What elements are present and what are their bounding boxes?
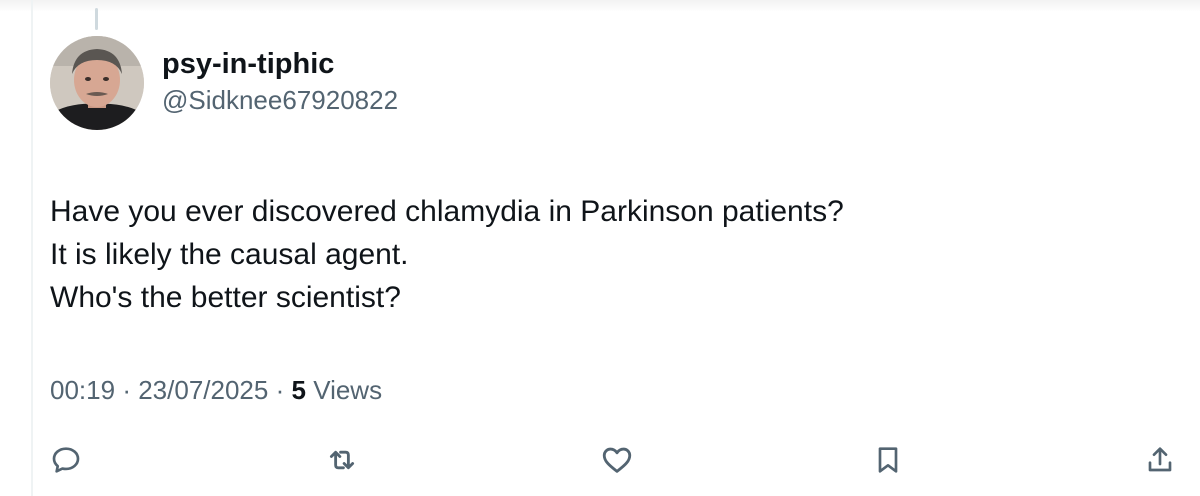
meta-separator: · <box>122 375 131 405</box>
views-label: Views <box>313 375 383 405</box>
thread-connector-line <box>95 8 98 30</box>
share-button[interactable] <box>1140 440 1180 480</box>
retweet-icon <box>329 450 355 470</box>
tweet-text-line: Who's the better scientist? <box>50 281 401 314</box>
top-fade <box>0 0 1200 12</box>
tweet-text: Have you ever discovered chlamydia in Pa… <box>50 190 844 319</box>
retweet-button[interactable] <box>322 440 362 480</box>
tweet-date[interactable]: 23/07/2025 <box>138 375 268 405</box>
author-handle[interactable]: @Sidknee67920822 <box>162 83 398 117</box>
tweet-text-line: It is likely the causal agent. <box>50 238 409 271</box>
page-edge-divider <box>31 0 33 496</box>
author-block: psy-in-tiphic @Sidknee67920822 <box>162 46 398 117</box>
tweet-text-line: Have you ever discovered chlamydia in Pa… <box>50 195 844 228</box>
reply-icon <box>52 447 80 473</box>
meta-separator: · <box>275 375 285 405</box>
author-display-name[interactable]: psy-in-tiphic <box>162 46 398 82</box>
heart-icon <box>602 447 632 473</box>
like-button[interactable] <box>597 440 637 480</box>
share-icon <box>1148 447 1172 472</box>
tweet-time[interactable]: 00:19 <box>50 375 115 405</box>
reply-button[interactable] <box>46 440 86 480</box>
avatar[interactable] <box>50 36 144 130</box>
bookmark-icon <box>878 447 898 473</box>
views-count: 5 <box>291 375 306 405</box>
tweet-meta: 00:19 · 23/07/2025 · 5 Views <box>50 372 382 408</box>
bookmark-button[interactable] <box>868 440 908 480</box>
